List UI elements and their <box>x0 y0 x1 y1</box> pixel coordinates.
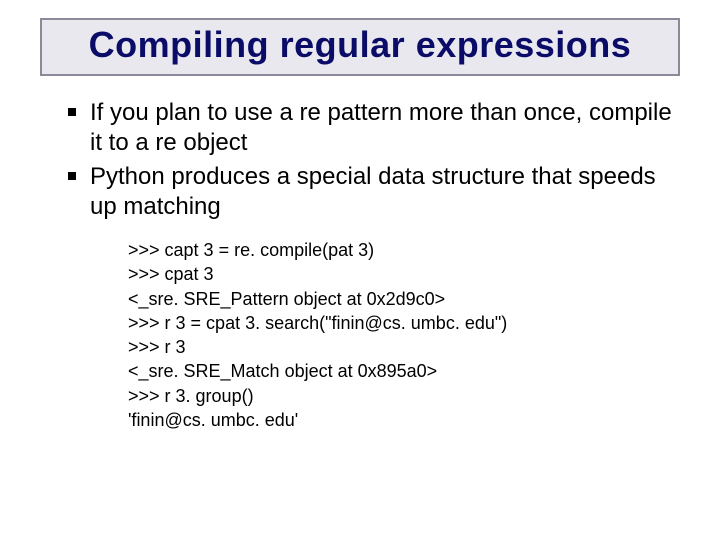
code-line: >>> r 3 = cpat 3. search("finin@cs. umbc… <box>128 311 672 335</box>
bullet-item: If you plan to use a re pattern more tha… <box>68 98 672 158</box>
bullet-item: Python produces a special data structure… <box>68 162 672 222</box>
bullet-list: If you plan to use a re pattern more tha… <box>68 98 672 222</box>
code-line: >>> cpat 3 <box>128 262 672 286</box>
code-line: <_sre. SRE_Pattern object at 0x2d9c0> <box>128 287 672 311</box>
code-block: >>> capt 3 = re. compile(pat 3) >>> cpat… <box>68 238 672 432</box>
slide-title: Compiling regular expressions <box>89 24 632 65</box>
slide-body: If you plan to use a re pattern more tha… <box>28 98 692 432</box>
code-line: 'finin@cs. umbc. edu' <box>128 408 672 432</box>
code-line: >>> r 3 <box>128 335 672 359</box>
code-line: >>> r 3. group() <box>128 384 672 408</box>
slide: Compiling regular expressions If you pla… <box>0 0 720 540</box>
title-box: Compiling regular expressions <box>40 18 680 76</box>
code-line: >>> capt 3 = re. compile(pat 3) <box>128 238 672 262</box>
code-line: <_sre. SRE_Match object at 0x895a0> <box>128 359 672 383</box>
